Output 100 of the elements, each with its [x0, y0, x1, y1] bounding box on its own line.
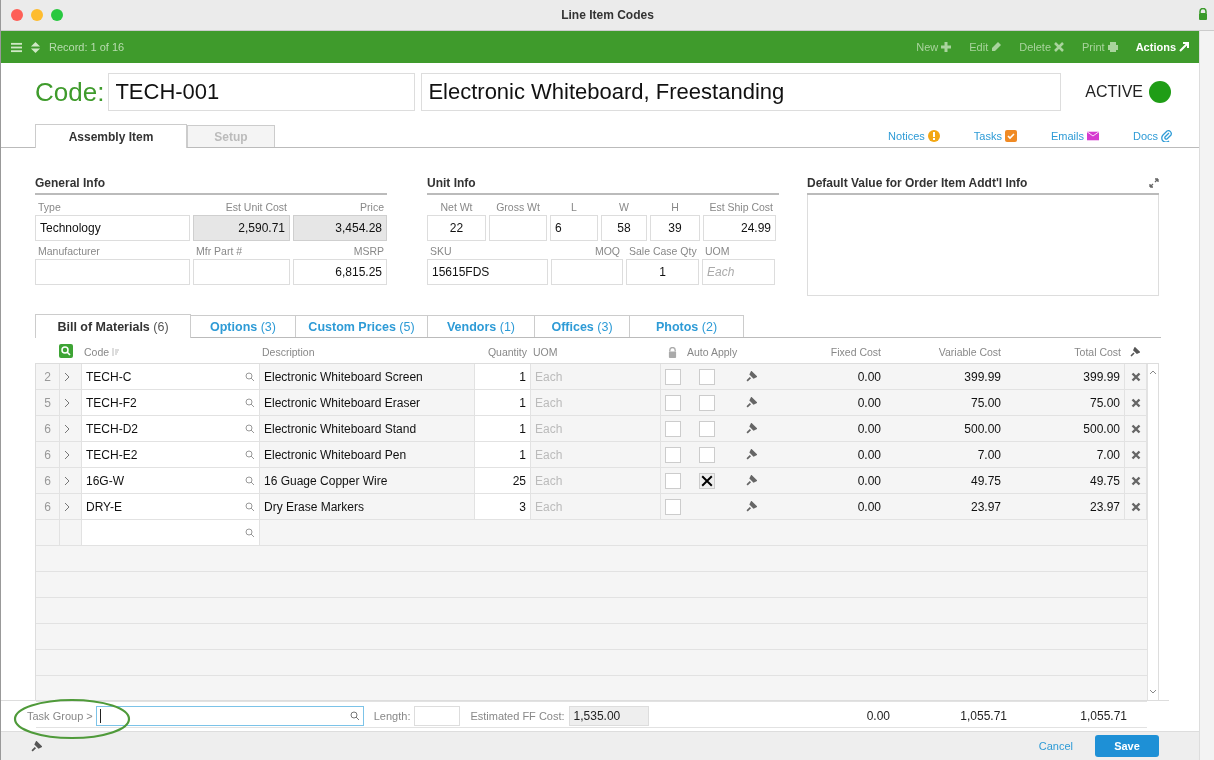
delete-icon[interactable]	[1130, 423, 1141, 434]
link[interactable]: Notices	[888, 130, 940, 147]
minimize-button[interactable]	[31, 9, 43, 21]
column-header[interactable]: Auto Apply	[684, 346, 772, 358]
link[interactable]: Docs	[1132, 130, 1173, 147]
expand-icon[interactable]	[1149, 178, 1159, 188]
save-button[interactable]: Save	[1095, 735, 1159, 757]
task-group-field[interactable]	[95, 706, 364, 726]
delete-icon[interactable]	[1130, 449, 1141, 460]
search-icon[interactable]	[245, 527, 255, 538]
pin-icon[interactable]	[745, 371, 757, 382]
code-field[interactable]: 16G-W	[82, 468, 260, 493]
search-icon[interactable]	[245, 449, 255, 460]
tab[interactable]: Offices (3)	[534, 315, 630, 337]
pin-icon[interactable]	[745, 423, 757, 434]
tab[interactable]: Photos (2)	[629, 315, 744, 337]
input-field[interactable]: Each	[702, 259, 775, 285]
checkbox[interactable]	[699, 368, 715, 385]
code-field[interactable]	[82, 520, 260, 545]
checkbox[interactable]	[699, 446, 715, 463]
column-header[interactable]: UOM	[530, 346, 660, 358]
search-icon[interactable]	[245, 371, 255, 382]
pin-icon[interactable]	[745, 475, 757, 486]
table-cell: 1	[475, 416, 531, 441]
column-header[interactable]: Fixed Cost	[772, 346, 884, 358]
pin-icon[interactable]	[31, 740, 42, 752]
search-icon[interactable]	[59, 343, 73, 358]
column-header[interactable]: Total Cost	[1004, 346, 1124, 358]
search-icon[interactable]	[245, 397, 255, 408]
chevron-right-icon[interactable]	[64, 371, 70, 382]
input-field[interactable]	[489, 215, 547, 241]
total-value: 1,055.71	[1079, 709, 1127, 723]
input-field[interactable]	[35, 259, 190, 285]
code-field[interactable]: TECH-F2	[82, 390, 260, 415]
input-field[interactable]: Technology	[35, 215, 190, 241]
tab[interactable]: Assembly Item	[35, 124, 187, 148]
checkbox[interactable]	[665, 472, 681, 489]
scroll-down-icon[interactable]	[1149, 689, 1157, 694]
tab[interactable]: Options (3)	[190, 315, 296, 337]
code-field[interactable]: TECH-D2	[82, 416, 260, 441]
input-field[interactable]	[193, 259, 290, 285]
search-icon[interactable]	[245, 501, 255, 512]
scrollbar[interactable]	[1199, 31, 1214, 760]
chevron-right-icon[interactable]	[64, 423, 70, 434]
toolbar-button[interactable]: Actions	[1135, 41, 1189, 53]
delete-icon[interactable]	[1130, 397, 1141, 408]
pin-icon[interactable]	[745, 449, 757, 460]
pin-icon[interactable]	[745, 501, 757, 512]
delete-icon[interactable]	[1130, 371, 1141, 382]
tab[interactable]: Custom Prices (5)	[295, 315, 428, 337]
column-header[interactable]: Variable Cost	[884, 346, 1004, 358]
pin-icon[interactable]	[745, 397, 757, 408]
checkbox[interactable]	[665, 498, 681, 515]
code-field[interactable]: TECH-E2	[82, 442, 260, 467]
search-icon[interactable]	[245, 423, 255, 434]
column-header[interactable]: Description	[259, 346, 474, 358]
cancel-button[interactable]: Cancel	[1038, 740, 1073, 752]
tab[interactable]: Vendors (1)	[427, 315, 535, 337]
code-field[interactable]: TECH-C	[82, 364, 260, 389]
checkbox[interactable]	[665, 368, 681, 385]
pin-icon[interactable]	[1130, 347, 1140, 357]
name-field[interactable]: Electronic Whiteboard, Freestanding	[421, 73, 1062, 111]
input-field[interactable]: 22	[427, 215, 486, 241]
checkbox[interactable]	[699, 420, 715, 437]
input-field[interactable]: 39	[650, 215, 700, 241]
chevron-right-icon[interactable]	[64, 397, 70, 408]
input-field[interactable]	[551, 259, 623, 285]
close-button[interactable]	[11, 9, 23, 21]
input-field[interactable]: 2,590.71	[193, 215, 290, 241]
chevron-right-icon[interactable]	[64, 501, 70, 512]
chevron-right-icon[interactable]	[64, 449, 70, 460]
input-field[interactable]: 6,815.25	[293, 259, 387, 285]
scroll-up-icon[interactable]	[1149, 370, 1157, 375]
input-field[interactable]: 58	[601, 215, 647, 241]
search-icon[interactable]	[349, 711, 360, 721]
input-field[interactable]: 3,454.28	[293, 215, 387, 241]
link[interactable]: Tasks	[973, 130, 1017, 147]
column-header[interactable]: Code	[84, 346, 110, 358]
checkbox[interactable]	[665, 420, 681, 437]
checkbox[interactable]	[699, 394, 715, 411]
zoom-button[interactable]	[51, 9, 63, 21]
search-icon[interactable]	[245, 475, 255, 486]
delete-icon[interactable]	[1130, 501, 1141, 512]
checkbox[interactable]	[699, 472, 715, 489]
checkbox[interactable]	[665, 446, 681, 463]
code-field[interactable]: TECH-001	[108, 73, 416, 111]
chevron-right-icon[interactable]	[64, 475, 70, 486]
input-field[interactable]: 15615FDS	[427, 259, 548, 285]
column-header[interactable]: Quantity	[474, 346, 530, 358]
up-down-icon[interactable]	[30, 41, 41, 53]
input-field[interactable]: 24.99	[703, 215, 776, 241]
list-icon[interactable]	[11, 41, 22, 53]
length-field[interactable]	[414, 706, 461, 726]
code-field[interactable]: DRY-E	[82, 494, 260, 519]
delete-icon[interactable]	[1130, 475, 1141, 486]
link[interactable]: Emails	[1050, 130, 1099, 147]
tab[interactable]: Bill of Materials (6)	[35, 314, 191, 338]
checkbox[interactable]	[665, 394, 681, 411]
input-field[interactable]: 1	[626, 259, 699, 285]
input-field[interactable]: 6	[550, 215, 598, 241]
